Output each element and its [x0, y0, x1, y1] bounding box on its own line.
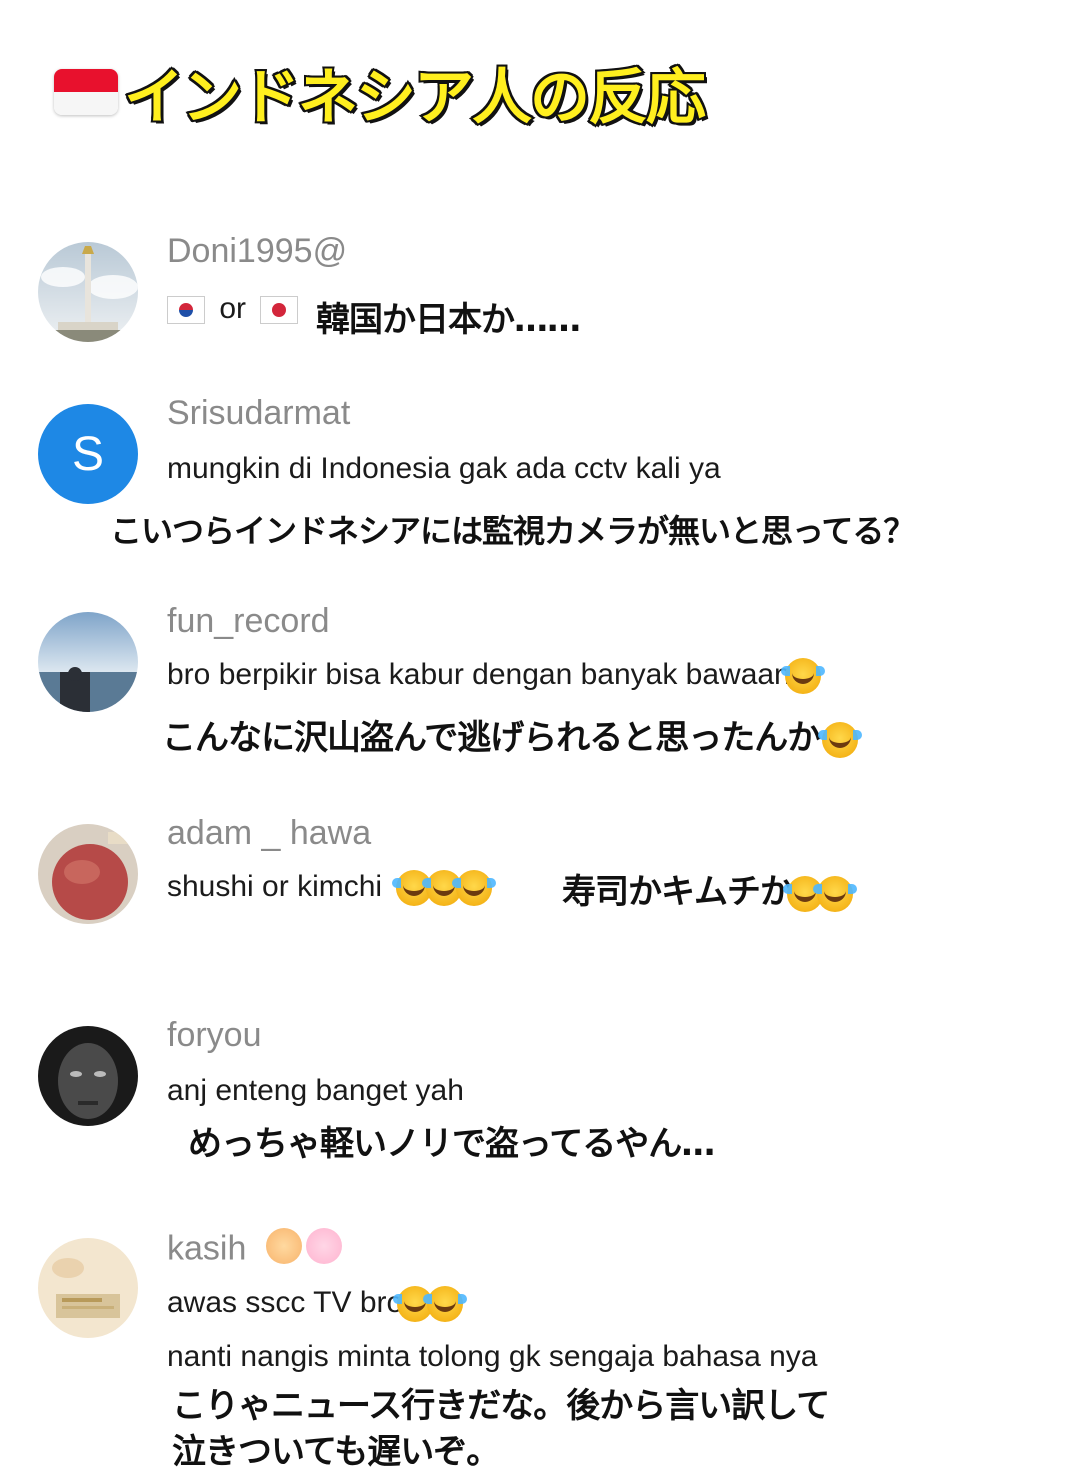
comment-username[interactable]: foryou [167, 1016, 262, 1055]
comment-text-content: shushi or kimchi [167, 870, 383, 903]
laughing-emoji-icon [813, 875, 857, 912]
translation-text: こりゃニュース行きだな。後から言い訳して [172, 1386, 830, 1426]
comment-text-line2: nanti nangis minta tolong gk sengaja bah… [167, 1340, 818, 1373]
laughing-emoji-icon [423, 1286, 468, 1323]
sea-photo-icon [38, 612, 138, 712]
translation-text: めっちゃ軽いノリで盗ってるやん… [188, 1124, 715, 1164]
translation-text: 寿司かキムチか [562, 864, 857, 913]
avatar[interactable] [38, 242, 138, 342]
comment-text-or: or [219, 292, 247, 325]
comment-username[interactable]: kasih [167, 1228, 342, 1273]
laughing-emoji-icon [818, 721, 863, 758]
comment-text: awas sscc TV bro [167, 1286, 468, 1323]
page-title: インドネシア人の反応 [122, 61, 708, 135]
comment-text-content: awas sscc TV bro [167, 1286, 404, 1319]
avatar-letter: S [71, 427, 104, 481]
laughing-emoji-icon [452, 870, 497, 907]
face-photo-icon [38, 1026, 138, 1126]
comment-username[interactable]: adam _ hawa [167, 814, 371, 853]
comment-text: anj enteng banget yah [167, 1074, 464, 1107]
comment-text: shushi or kimchi [167, 870, 497, 907]
comment-username[interactable]: Doni1995@ [167, 232, 347, 271]
monument-icon [38, 242, 138, 342]
laughing-emoji-icon [780, 658, 825, 695]
translation-text: こいつらインドネシアには監視カメラが無いと思ってる？ [110, 512, 915, 550]
translation-text-line2: 泣きついても遅いぞ。 [172, 1432, 500, 1472]
bible-verse-photo-icon [38, 1238, 138, 1338]
south-korea-flag-icon [167, 296, 205, 325]
avatar[interactable] [38, 612, 138, 712]
avatar[interactable] [38, 1238, 138, 1338]
apple-photo-icon [38, 824, 138, 924]
hearts-emoji-icon [265, 1228, 342, 1273]
avatar[interactable] [38, 824, 138, 924]
translation-text-content: 寿司かキムチか [562, 872, 794, 912]
translation-text: 韓国か日本か…… [316, 300, 581, 340]
japan-flag-icon [260, 296, 299, 325]
page-title-bar: インドネシア人の反応 [54, 52, 708, 135]
avatar[interactable]: S [38, 404, 138, 504]
translation-text: こんなに沢山盗んで逃げられると思ったんか [162, 710, 863, 759]
comment-username[interactable]: Srisudarmat [167, 394, 350, 433]
comment-text: mungkin di Indonesia gak ada cctv kali y… [167, 452, 721, 485]
comment-text: or [167, 292, 299, 326]
translation-text-content: こんなに沢山盗んで逃げられると思ったんか [162, 718, 821, 758]
comment-username[interactable]: fun_record [167, 602, 330, 641]
avatar[interactable] [38, 1026, 138, 1126]
indonesia-flag-icon [54, 69, 118, 115]
comment-text-content: bro berpikir bisa kabur dengan banyak ba… [167, 658, 791, 691]
username-text: kasih [167, 1229, 247, 1268]
comment-text: bro berpikir bisa kabur dengan banyak ba… [167, 658, 825, 695]
